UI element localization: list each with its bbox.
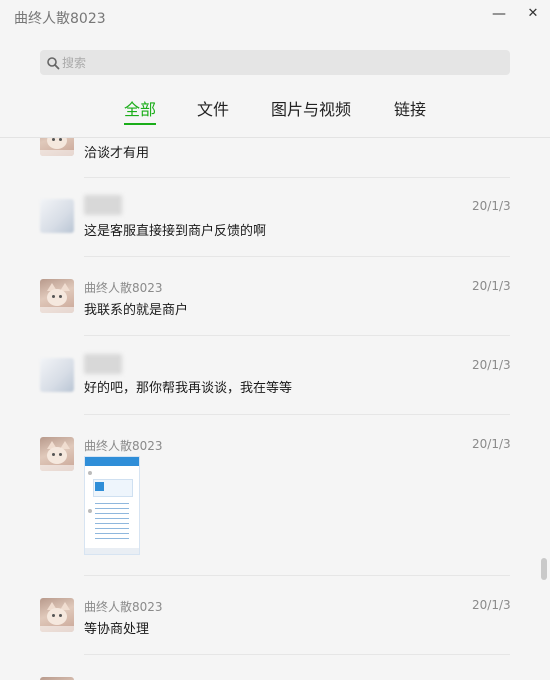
tab-files[interactable]: 文件	[197, 99, 229, 125]
tab-images-videos[interactable]: 图片与视频	[271, 99, 351, 125]
title-bar: 曲终人散8023 — ✕	[0, 0, 550, 34]
message-text: 这是客服直接接到商户反馈的啊	[84, 224, 267, 239]
divider	[84, 575, 510, 576]
sender-name: 曲终人散8023	[84, 600, 163, 614]
sender-name: 曲终人散8023	[84, 281, 163, 295]
message-text: 洽谈才有用	[84, 146, 150, 161]
message-date: 20/1/3	[472, 199, 511, 213]
message-date: 20/1/3	[472, 279, 511, 293]
message-date: 20/1/3	[472, 437, 511, 451]
message-date: 20/1/3	[472, 358, 511, 372]
category-tabs: 全部 文件 图片与视频 链接	[0, 99, 550, 129]
divider	[84, 256, 510, 257]
divider	[84, 414, 510, 415]
divider	[84, 177, 510, 178]
cat-avatar[interactable]	[40, 138, 74, 156]
message-list[interactable]: 洽谈才有用 20/1/3 这是客服直接接到商户反馈的啊 曲终人散8023 20/…	[0, 138, 550, 680]
message-date: 20/1/3	[472, 598, 511, 612]
divider	[84, 335, 510, 336]
sender-name: 曲终人散8023	[84, 439, 163, 453]
minimize-icon[interactable]: —	[488, 5, 510, 23]
cat-avatar[interactable]	[40, 279, 74, 313]
sender-name-blurred	[84, 354, 122, 374]
blurred-avatar[interactable]	[40, 358, 74, 392]
window-title: 曲终人散8023	[14, 11, 106, 27]
blurred-avatar[interactable]	[40, 199, 74, 233]
scrollbar-thumb[interactable]	[541, 558, 547, 580]
image-thumbnail[interactable]	[84, 456, 140, 555]
message-text: 我联系的就是商户	[84, 303, 189, 318]
divider	[84, 654, 510, 655]
tab-all[interactable]: 全部	[124, 99, 157, 125]
sender-name-blurred	[84, 195, 122, 215]
close-icon[interactable]: ✕	[522, 5, 544, 23]
message-text: 等协商处理	[84, 622, 150, 637]
search-bar[interactable]	[40, 50, 510, 75]
message-text: 好的吧，那你帮我再谈谈，我在等等	[84, 381, 293, 396]
search-input[interactable]	[62, 50, 502, 75]
search-icon	[47, 57, 60, 70]
cat-avatar[interactable]	[40, 598, 74, 632]
cat-avatar[interactable]	[40, 437, 74, 471]
tab-links[interactable]: 链接	[394, 99, 426, 125]
